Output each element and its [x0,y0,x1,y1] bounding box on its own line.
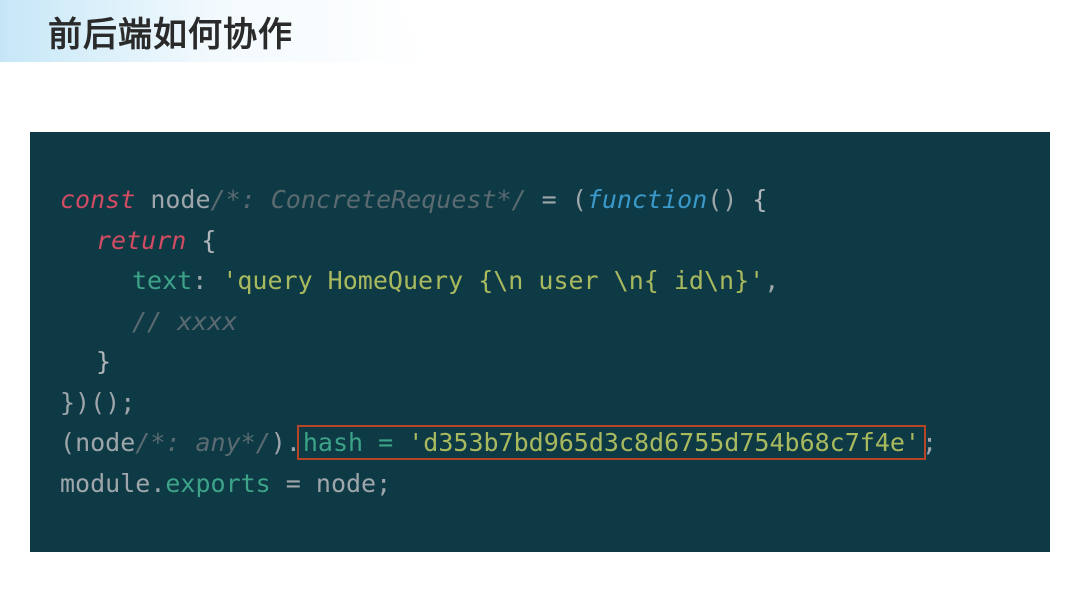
type-comment: /*: ConcreteRequest*/ [211,185,527,214]
kw-function: function [587,185,707,214]
highlight-hash: hash = 'd353b7bd965d3c8d6755d754b68c7f4e… [297,425,926,460]
var-node2: node [75,428,135,457]
brace-close: } [96,347,111,376]
paren-args: () [707,185,752,214]
kw-const: const [60,185,135,214]
eq: = [527,185,572,214]
slide-title: 前后端如何协作 [0,7,293,56]
code-line-5: } [60,342,1020,383]
module: module [60,469,150,498]
var-node: node [135,185,210,214]
code-line-4: // xxxx [60,302,1020,343]
exports: exports [165,469,270,498]
semi: ; [922,428,937,457]
iife-close: })(); [60,388,135,417]
code-block: const node/*: ConcreteRequest*/ = (funct… [30,132,1050,552]
paren: ( [60,428,75,457]
type-any: /*: any*/ [135,428,270,457]
prop-text: text [132,266,192,295]
var-node3: node [316,469,376,498]
hash-assign: hash = [303,428,408,457]
comment-xxxx: // xxxx [132,307,237,336]
title-bar: 前后端如何协作 [0,0,1080,62]
eq: = [271,469,316,498]
paren-close: ) [271,428,286,457]
kw-return: return [96,226,186,255]
dot: . [150,469,165,498]
code-line-3: text: 'query HomeQuery {\n user \n{ id\n… [60,261,1020,302]
code-line-6: })(); [60,383,1020,424]
brace: { [186,226,216,255]
brace: { [752,185,767,214]
str-query: 'query HomeQuery {\n user \n{ id\n}' [222,266,764,295]
hash-value: 'd353b7bd965d3c8d6755d754b68c7f4e' [408,428,920,457]
code-line-2: return { [60,221,1020,262]
code-line-1: const node/*: ConcreteRequest*/ = (funct… [60,180,1020,221]
paren: ( [572,185,587,214]
code-line-7: (node/*: any*/).hash = 'd353b7bd965d3c8d… [60,423,1020,464]
colon: : [192,266,222,295]
semi: ; [376,469,391,498]
code-line-8: module.exports = node; [60,464,1020,505]
comma: , [764,266,779,295]
